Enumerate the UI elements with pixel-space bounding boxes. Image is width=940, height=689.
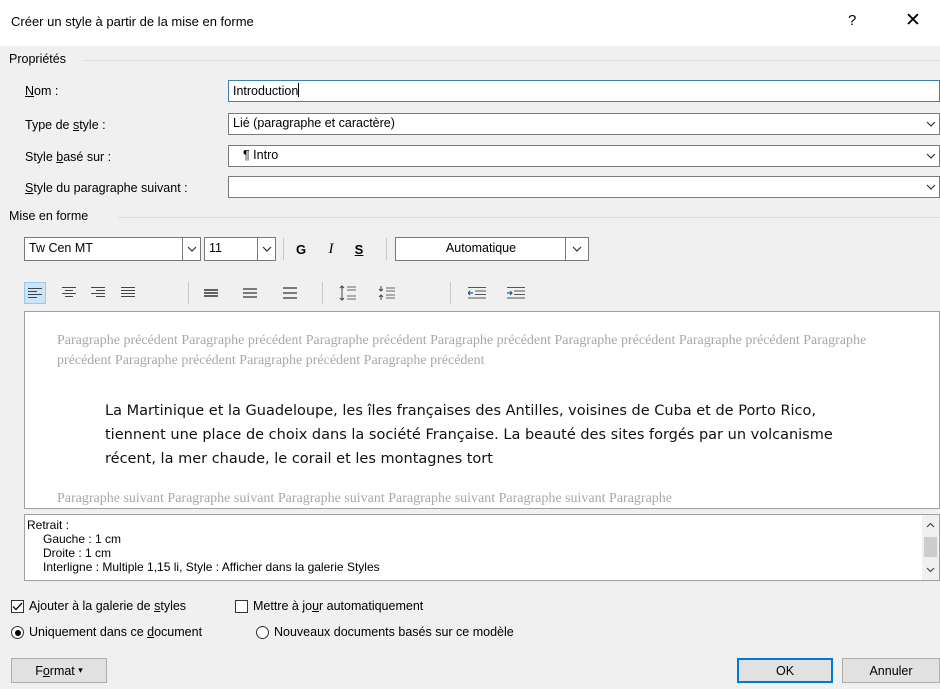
properties-section-label: Propriétés <box>9 52 66 66</box>
paragraph-spacing-decrease-icon <box>378 286 395 300</box>
cancel-button[interactable]: Annuler <box>842 658 940 683</box>
decrease-paragraph-spacing-button[interactable] <box>376 282 398 304</box>
toolbar-separator <box>283 238 284 260</box>
name-label: Nom : <box>25 84 59 98</box>
auto-update-label: Mettre à jour automatiquement <box>253 599 424 613</box>
checkmark-icon <box>12 602 23 611</box>
paragraph-spacing-increase-icon <box>339 285 356 301</box>
align-right-button[interactable] <box>88 282 110 304</box>
formatting-section-label: Mise en forme <box>9 209 89 223</box>
chevron-down-icon[interactable] <box>922 114 939 134</box>
based-on-value: ¶ Intro <box>243 148 279 162</box>
increase-indent-icon <box>507 287 525 299</box>
properties-divider <box>83 60 940 61</box>
text-caret <box>298 83 300 97</box>
scroll-down-icon <box>926 567 935 573</box>
font-name-select[interactable]: Tw Cen MT <box>24 237 201 261</box>
align-justify-icon <box>121 287 135 297</box>
align-center-button[interactable] <box>59 282 81 304</box>
scroll-up-icon <box>926 522 935 528</box>
only-this-document-radio[interactable] <box>11 626 24 639</box>
single-spacing-icon <box>204 289 218 297</box>
formatting-divider <box>118 217 940 218</box>
description-indent-title: Retrait : <box>27 518 70 532</box>
style-preview-pane: Paragraphe précédent Paragraphe précéden… <box>24 311 940 509</box>
decrease-indent-icon <box>468 287 486 299</box>
style-type-select[interactable]: Lié (paragraphe et caractère) <box>228 113 940 135</box>
font-name-value: Tw Cen MT <box>29 241 93 255</box>
toolbar-separator <box>386 238 387 260</box>
bold-button[interactable]: G <box>292 239 310 259</box>
chevron-down-icon[interactable] <box>922 146 939 166</box>
description-left-indent: Gauche : 1 cm <box>43 532 122 546</box>
chevron-down-icon[interactable] <box>182 238 200 260</box>
description-line-spacing: Interligne : Multiple 1,15 li, Style : A… <box>43 560 380 574</box>
dropdown-arrow-icon: ▾ <box>78 665 83 675</box>
increase-paragraph-spacing-button[interactable] <box>337 282 359 304</box>
align-right-icon <box>91 287 105 297</box>
name-input-value: Introduction <box>233 84 299 98</box>
description-scrollbar[interactable] <box>922 515 939 580</box>
auto-update-checkbox[interactable] <box>235 600 248 613</box>
font-color-select[interactable]: Automatique <box>395 237 589 261</box>
decrease-indent-button[interactable] <box>466 282 488 304</box>
align-center-icon <box>62 287 76 297</box>
style-description-pane[interactable]: Retrait : Gauche : 1 cm Droite : 1 cm In… <box>24 514 940 581</box>
format-menu-button[interactable]: Fo rmat ▾ <box>11 658 107 683</box>
add-to-gallery-checkbox[interactable] <box>11 600 24 613</box>
toolbar-separator <box>188 282 189 304</box>
next-paragraph-text: Paragraphe suivant Paragraphe suivant Pa… <box>57 491 673 506</box>
single-spacing-button[interactable] <box>201 282 223 304</box>
toolbar-separator <box>322 282 323 304</box>
previous-paragraph-text: Paragraphe précédent Paragraphe précéden… <box>57 333 867 368</box>
align-left-icon <box>28 288 42 298</box>
ok-button[interactable]: OK <box>737 658 833 683</box>
based-on-select[interactable]: ¶ Intro <box>228 145 940 167</box>
chevron-down-icon[interactable] <box>922 177 939 197</box>
scrollbar-thumb[interactable] <box>924 537 937 557</box>
italic-button[interactable]: I <box>322 239 340 259</box>
align-left-button[interactable] <box>24 282 46 304</box>
font-size-value: 11 <box>209 241 222 255</box>
one-half-spacing-icon <box>243 288 257 298</box>
toolbar-separator <box>450 282 451 304</box>
add-to-gallery-label: Ajouter à la galerie de styles <box>29 599 187 613</box>
name-input[interactable]: Introduction <box>228 80 940 102</box>
help-button[interactable]: ? <box>848 12 856 29</box>
one-half-spacing-button[interactable] <box>240 282 262 304</box>
title-bar: Créer un style à partir de la mise en fo… <box>0 0 940 46</box>
based-on-label: Style basé sur : <box>25 150 112 164</box>
underline-button[interactable]: S <box>350 239 368 259</box>
preview-paragraph-text: La Martinique et la Guadeloupe, les îles… <box>105 403 833 467</box>
next-style-label: Style du paragraphe suivant : <box>25 181 188 195</box>
double-spacing-icon <box>283 287 297 299</box>
double-spacing-button[interactable] <box>280 282 302 304</box>
style-type-label: Type de style : <box>25 118 106 132</box>
chevron-down-icon[interactable] <box>257 238 275 260</box>
close-button[interactable]: ✕ <box>905 9 921 32</box>
new-documents-radio[interactable] <box>256 626 269 639</box>
font-color-value: Automatique <box>445 241 517 255</box>
align-justify-button[interactable] <box>118 282 140 304</box>
only-this-document-label: Uniquement dans ce document <box>29 625 203 639</box>
chevron-down-icon[interactable] <box>565 238 588 260</box>
window-title: Créer un style à partir de la mise en fo… <box>11 14 254 29</box>
font-size-select[interactable]: 11 <box>204 237 276 261</box>
next-style-select[interactable] <box>228 176 940 198</box>
increase-indent-button[interactable] <box>505 282 527 304</box>
style-type-value: Lié (paragraphe et caractère) <box>233 116 395 130</box>
description-right-indent: Droite : 1 cm <box>43 546 112 560</box>
radio-selected-dot <box>14 629 21 636</box>
new-documents-label: Nouveaux documents basés sur ce modèle <box>274 625 514 639</box>
